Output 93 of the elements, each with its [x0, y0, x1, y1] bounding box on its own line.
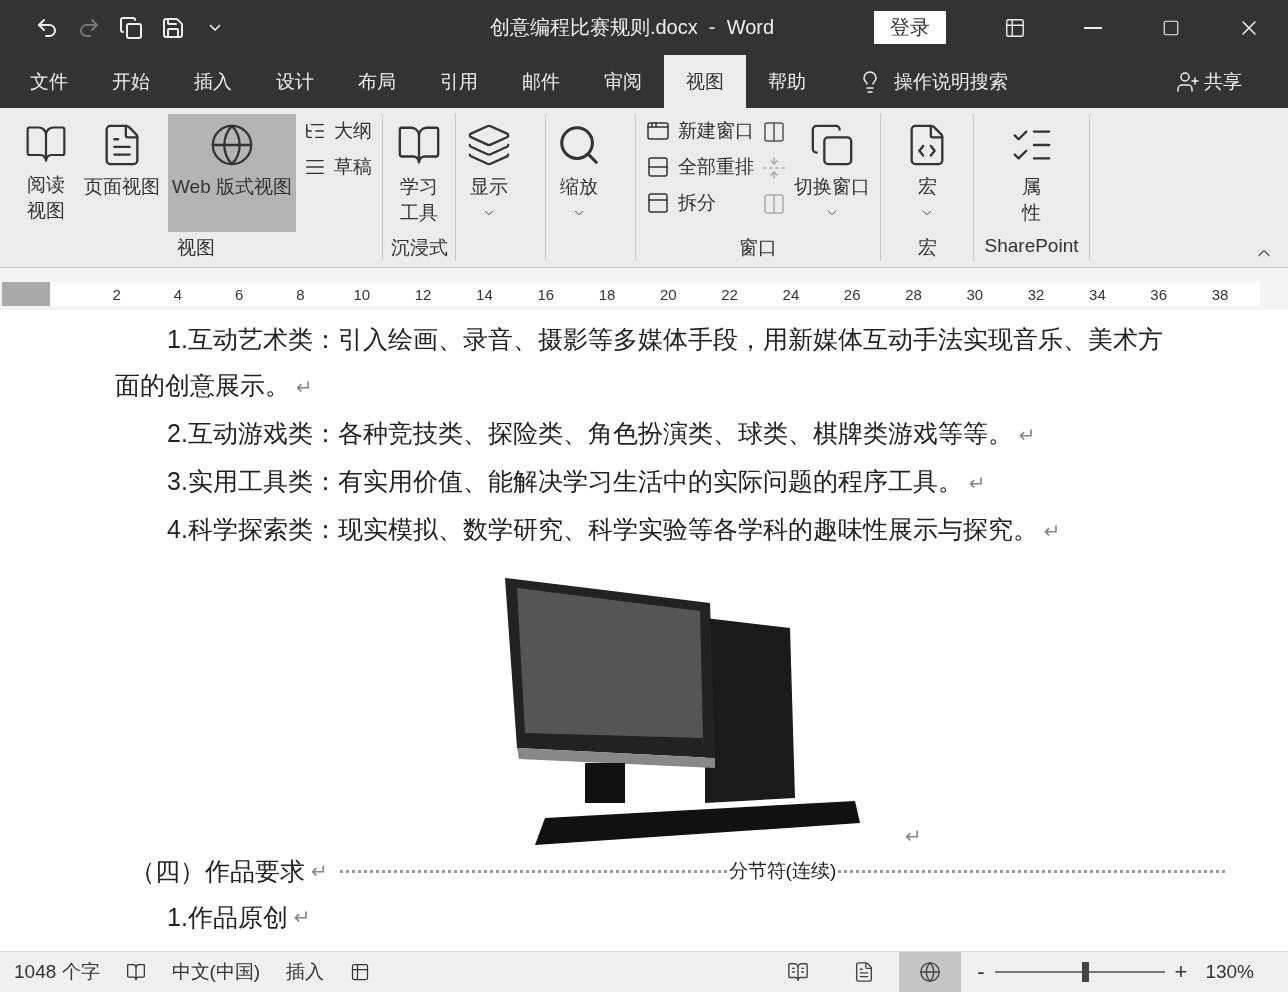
paragraph-mark: ↵ — [1018, 424, 1036, 446]
menu-tab[interactable]: 布局 — [336, 55, 418, 108]
view-button[interactable]: 草稿 — [300, 152, 376, 182]
columns-icon — [762, 192, 786, 216]
ruler-number: 6 — [234, 285, 245, 303]
globe-icon — [209, 122, 255, 168]
paragraph-mark: ↵ — [296, 376, 313, 398]
group-label: 视图 — [177, 236, 215, 260]
ruler-number: 10 — [352, 285, 372, 303]
ruler-number: 32 — [1026, 285, 1046, 303]
menu-tab[interactable]: 设计 — [254, 55, 336, 108]
menu-tab[interactable]: 审阅 — [582, 55, 664, 108]
window-button[interactable]: 拆分 — [642, 188, 758, 218]
group-label: 窗口 — [739, 236, 777, 260]
insert-mode-label[interactable]: 插入 — [286, 959, 325, 985]
tell-me-search[interactable]: 操作说明搜索 — [894, 68, 1008, 95]
login-button[interactable]: 登录 — [874, 11, 946, 44]
zoom-level[interactable]: 130% — [1205, 961, 1254, 983]
paragraph: 4.科学探索类：现实模拟、数学研究、科学实验等各学科的趣味性展示与探究。 ↵ — [166, 514, 1062, 545]
copy-icon — [119, 15, 143, 40]
paragraph: 1.互动艺术类：引入绘画、录音、摄影等多媒体手段，用新媒体互动手法实现音乐、美术方面的创意展示。 ↵ — [115, 324, 1164, 401]
paragraph-mark: ↵ — [968, 472, 986, 494]
show-button[interactable]: 显示 — [462, 114, 516, 228]
group-label: 沉浸式 — [390, 236, 448, 260]
ruler-number: 36 — [1149, 285, 1169, 303]
paragraph-mark: ↵ — [905, 824, 922, 848]
zoom-in-button[interactable]: + — [1174, 959, 1188, 985]
menu-tab[interactable]: 邮件 — [500, 55, 582, 108]
ruler-number: 4 — [172, 285, 184, 303]
word-count[interactable]: 1048 个字 — [14, 959, 100, 985]
zoom-out-button[interactable]: - — [977, 959, 985, 985]
section-break-label: 分节符(连续) — [727, 859, 838, 883]
side-by-side-button[interactable] — [762, 120, 786, 144]
ruler-number: 2 — [111, 285, 122, 303]
fold-icon — [762, 156, 786, 180]
paragraph: 3.实用工具类：有实用价值、能解决学习生活中的实际问题的程序工具。 ↵ — [166, 466, 987, 497]
columns-icon — [762, 120, 786, 144]
switch-windows-button[interactable]: 切换窗口 — [790, 114, 874, 228]
view-mode-button[interactable] — [899, 952, 962, 992]
zoom-slider-thumb[interactable] — [1081, 962, 1089, 982]
zoom-button[interactable]: 缩放 — [552, 114, 606, 228]
ruler-number: 16 — [536, 285, 556, 303]
ruler-number: 24 — [781, 285, 801, 303]
ruler-number: 26 — [842, 285, 862, 303]
window-layout-icon — [1004, 16, 1026, 39]
menu-tab[interactable]: 帮助 — [746, 55, 828, 108]
language-label[interactable]: 中文(中国) — [171, 959, 261, 985]
ruler-number: 28 — [904, 285, 923, 303]
heading-text: （四）作品要求 — [130, 855, 305, 887]
view-button[interactable]: 大纲 — [300, 116, 376, 146]
window-title: 创意编程比赛规则.docx - Word — [488, 15, 776, 40]
properties-button[interactable]: 属性 — [1013, 114, 1050, 234]
ruler-number: 14 — [475, 285, 494, 303]
caret-icon — [209, 24, 221, 31]
paragraph-mark: ↵ — [293, 905, 311, 929]
menu-tab[interactable]: 插入 — [172, 55, 254, 108]
menu-tab[interactable]: 引用 — [418, 55, 500, 108]
minimize-icon — [1084, 26, 1102, 29]
ruler-number: 18 — [597, 285, 617, 303]
ruler-number: 22 — [720, 285, 739, 303]
windows-icon — [809, 122, 855, 168]
book-icon — [787, 961, 810, 983]
paragraph: 2.互动游戏类：各种竞技类、探险类、角色扮演类、球类、棋牌类游戏等等。 ↵ — [166, 418, 1037, 449]
window-button[interactable]: 新建窗口 — [642, 116, 758, 146]
group-label: 宏 — [917, 236, 937, 260]
new-window-icon — [646, 119, 670, 143]
save-icon — [161, 15, 185, 40]
view-button[interactable]: 页面视图 — [80, 114, 164, 232]
arrange-rows-icon — [646, 155, 670, 179]
split-icon — [646, 191, 670, 215]
macros-button[interactable]: 宏 — [887, 114, 967, 228]
ruler-number: 38 — [1210, 285, 1230, 303]
layers-icon — [466, 122, 512, 168]
ruler-number: 30 — [965, 285, 985, 303]
share-button[interactable]: 共享 — [1170, 55, 1248, 108]
user-plus-icon — [1176, 69, 1200, 94]
view-button[interactable]: 阅读视图 — [16, 114, 76, 232]
ruler-number: 8 — [295, 285, 306, 303]
globe-icon — [919, 961, 942, 983]
view-button[interactable]: Web 版式视图 — [168, 114, 296, 232]
menu-tab[interactable]: 开始 — [90, 55, 172, 108]
menu-tab[interactable]: 视图 — [664, 55, 746, 108]
ruler-number: 12 — [413, 285, 433, 303]
maximize-icon — [1162, 18, 1180, 37]
paragraph-mark: ↵ — [1043, 520, 1061, 542]
group-label: SharePoint — [984, 235, 1079, 258]
menu-tab[interactable]: 文件 — [8, 55, 90, 108]
ruler-number: 34 — [1088, 285, 1107, 303]
paragraph-mark: ↵ — [311, 859, 328, 883]
window-button[interactable]: 全部重排 — [642, 152, 758, 182]
learning-tools-button[interactable]: 学习工具 — [389, 114, 449, 234]
list-item-text: 1.作品原创 — [167, 901, 288, 933]
ruler-number: 20 — [658, 285, 678, 303]
